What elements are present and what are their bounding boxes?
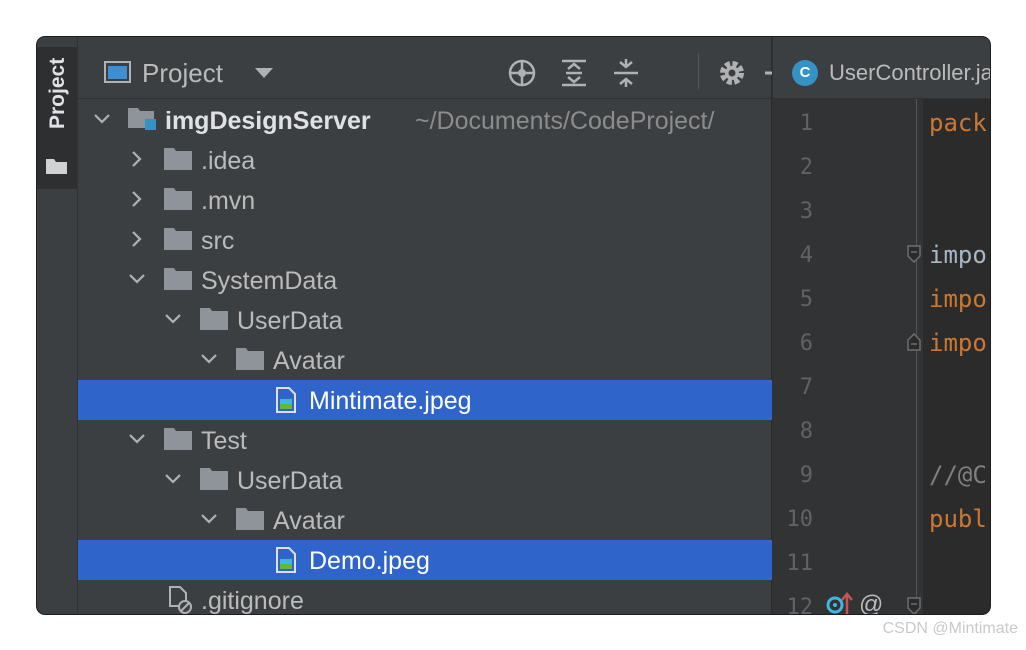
tree-row[interactable]: Test xyxy=(78,420,783,460)
tree-root-path: ~/Documents/CodeProject/ xyxy=(415,107,715,135)
tree-item-label: .mvn xyxy=(201,187,256,215)
code-line-6: impo xyxy=(929,329,987,357)
editor-pane: C UserController.ja 1 2 3 4 5 6 7 8 9 10… xyxy=(772,37,990,614)
line-number: 10 xyxy=(786,507,814,532)
editor-tab-title: UserController.ja xyxy=(829,60,990,85)
tree-item-label: Test xyxy=(201,427,247,455)
folder-icon xyxy=(236,348,264,370)
folder-icon xyxy=(164,188,192,210)
code-line-10: publ xyxy=(929,505,987,533)
folder-icon xyxy=(164,428,192,450)
line-number: 12 xyxy=(786,595,814,614)
tree-item-label: .idea xyxy=(201,147,256,175)
tree-row[interactable]: UserData xyxy=(78,300,783,340)
tree-item-label: UserData xyxy=(237,467,343,495)
tree-item-label: .gitignore xyxy=(201,587,304,614)
tree-row-selected[interactable]: Mintimate.jpeg xyxy=(78,380,783,420)
line-number: 8 xyxy=(799,419,813,444)
fold-icon[interactable] xyxy=(907,597,921,614)
code-line-5: impo xyxy=(929,285,987,313)
chevron-down-icon[interactable] xyxy=(129,431,145,447)
tree-root-name: imgDesignServer xyxy=(165,107,371,135)
line-number: 3 xyxy=(799,199,813,224)
chevron-down-icon[interactable] xyxy=(201,511,217,527)
tree-item-label: Mintimate.jpeg xyxy=(309,387,472,415)
folder-icon xyxy=(164,228,192,250)
tree-item-label: UserData xyxy=(237,307,343,335)
gear-icon[interactable] xyxy=(716,57,748,89)
module-folder-icon xyxy=(128,108,156,130)
chevron-down-icon[interactable] xyxy=(201,351,217,367)
tree-row[interactable]: Avatar xyxy=(78,500,783,540)
image-file-icon xyxy=(276,547,296,573)
tool-window-strip: Project xyxy=(37,37,78,614)
code-line-1: pack xyxy=(929,109,987,137)
tree-row-selected[interactable]: Demo.jpeg xyxy=(78,540,783,580)
project-tool-tab-label: Project xyxy=(46,57,69,129)
line-number: 4 xyxy=(799,243,813,268)
folder-icon xyxy=(164,148,192,170)
project-view-icon xyxy=(104,61,131,83)
code-line-4: impo xyxy=(929,241,987,269)
class-icon: C xyxy=(792,60,818,86)
image-file-icon xyxy=(276,387,296,413)
folder-icon xyxy=(200,308,228,330)
chevron-right-icon[interactable] xyxy=(129,191,145,207)
line-number: 2 xyxy=(799,155,813,180)
at-gutter-icon[interactable]: @ xyxy=(859,591,883,614)
chevron-right-icon[interactable] xyxy=(129,231,145,247)
locate-icon[interactable] xyxy=(506,57,538,89)
line-number: 9 xyxy=(799,463,813,488)
project-panel: Project imgDesignServer ~/Documents/Code… xyxy=(78,37,802,614)
line-number: 7 xyxy=(799,375,813,400)
tree-row-root[interactable]: imgDesignServer ~/Documents/CodeProject/ xyxy=(78,100,783,140)
chevron-down-icon[interactable] xyxy=(165,471,181,487)
view-dropdown-icon[interactable] xyxy=(255,68,273,78)
tree-row[interactable]: .mvn xyxy=(78,180,783,220)
fold-icon[interactable] xyxy=(907,333,921,351)
project-toolbar: Project xyxy=(78,37,789,99)
tree-item-label: Avatar xyxy=(273,507,345,535)
editor-gutter: 1 2 3 4 5 6 7 8 9 10 11 12 @ xyxy=(773,99,923,614)
folder-icon xyxy=(200,468,228,490)
line-number: 6 xyxy=(799,331,813,356)
panel-title[interactable]: Project xyxy=(142,58,223,89)
line-number: 1 xyxy=(799,111,813,136)
expand-all-icon[interactable] xyxy=(558,57,590,89)
collapse-all-icon[interactable] xyxy=(610,57,642,89)
right-margin-guide xyxy=(916,99,917,614)
tree-row[interactable]: src xyxy=(78,220,783,260)
tree-row[interactable]: SystemData xyxy=(78,260,783,300)
code-line-9: //@C xyxy=(929,461,987,489)
tree-item-label: Avatar xyxy=(273,347,345,375)
tree-item-label: SystemData xyxy=(201,267,338,295)
ide-window: Project Project imgDesignServer ~/Docume… xyxy=(37,37,990,614)
tree-row[interactable]: Avatar xyxy=(78,340,783,380)
chevron-down-icon[interactable] xyxy=(94,111,110,127)
folder-icon xyxy=(46,159,67,174)
fold-icon[interactable] xyxy=(907,245,921,263)
folder-icon xyxy=(236,508,264,530)
ignored-file-icon xyxy=(169,586,192,614)
override-arrow-icon[interactable] xyxy=(840,591,854,614)
tree-row[interactable]: UserData xyxy=(78,460,783,500)
line-number: 11 xyxy=(786,551,814,576)
chevron-down-icon[interactable] xyxy=(165,311,181,327)
tree-item-label: src xyxy=(201,227,235,255)
folder-icon xyxy=(164,268,192,290)
editor-tab[interactable]: C UserController.ja xyxy=(773,37,990,99)
chevron-down-icon[interactable] xyxy=(129,271,145,287)
toolbar-separator xyxy=(698,53,699,89)
tree-item-label: Demo.jpeg xyxy=(309,547,430,575)
tree-row[interactable]: .idea xyxy=(78,140,783,180)
chevron-right-icon[interactable] xyxy=(129,151,145,167)
watermark: CSDN @Mintimate xyxy=(882,620,1018,637)
project-tree: imgDesignServer ~/Documents/CodeProject/… xyxy=(78,98,783,614)
project-tool-tab[interactable]: Project xyxy=(37,47,77,189)
tree-row[interactable]: .gitignore xyxy=(78,580,783,614)
line-number: 5 xyxy=(799,287,813,312)
